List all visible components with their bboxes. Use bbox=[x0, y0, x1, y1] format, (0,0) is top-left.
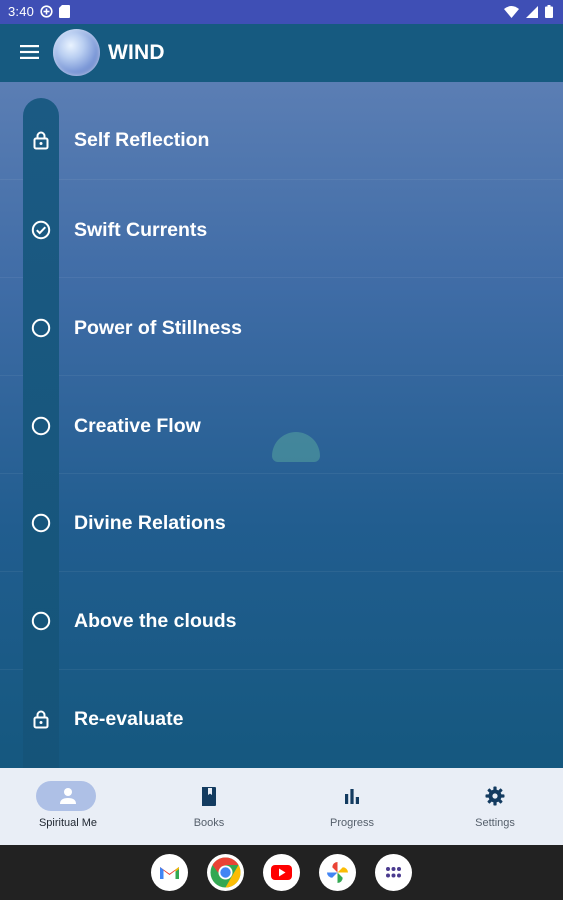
nav-settings[interactable]: Settings bbox=[425, 768, 563, 845]
bar-chart-icon bbox=[345, 789, 359, 804]
nav-label: Books bbox=[193, 817, 225, 829]
nav-label: Settings bbox=[475, 817, 515, 829]
app-drawer-icon bbox=[386, 867, 401, 878]
nav-progress[interactable]: Progress bbox=[282, 768, 422, 845]
photos-icon bbox=[327, 862, 348, 883]
circle-outline-icon bbox=[31, 318, 51, 338]
youtube-app[interactable] bbox=[263, 854, 300, 891]
chapter-item[interactable]: Swift Currents bbox=[0, 205, 563, 255]
nav-books[interactable]: Books bbox=[139, 768, 279, 845]
chapter-item[interactable]: Above the clouds bbox=[0, 596, 563, 646]
sd-card-icon bbox=[59, 5, 70, 18]
data-saver-icon bbox=[40, 5, 53, 18]
photos-app[interactable] bbox=[319, 854, 356, 891]
circle-outline-icon bbox=[31, 611, 51, 631]
chapter-label: Divine Relations bbox=[74, 512, 226, 534]
chapter-label: Self Reflection bbox=[74, 129, 210, 151]
book-icon bbox=[202, 787, 216, 806]
check-circle-icon bbox=[31, 220, 51, 240]
app-logo bbox=[53, 29, 100, 76]
chapter-item[interactable]: Re-evaluate bbox=[0, 694, 563, 744]
chapter-label: Creative Flow bbox=[74, 415, 201, 437]
lock-icon bbox=[33, 131, 49, 150]
nav-label: Spiritual Me bbox=[38, 817, 98, 829]
status-bar: 3:40 bbox=[0, 0, 563, 24]
nav-spiritual-me[interactable]: Spiritual Me bbox=[0, 768, 138, 845]
chapter-item[interactable]: Power of Stillness bbox=[0, 303, 563, 353]
chapter-item[interactable]: Divine Relations bbox=[0, 498, 563, 548]
chrome-icon bbox=[210, 857, 241, 888]
wifi-icon bbox=[504, 5, 519, 18]
youtube-icon bbox=[271, 865, 292, 880]
menu-icon[interactable] bbox=[20, 45, 39, 59]
status-time: 3:40 bbox=[8, 4, 35, 19]
circle-outline-icon bbox=[31, 416, 51, 436]
battery-icon bbox=[545, 5, 553, 18]
signal-icon bbox=[526, 5, 538, 18]
chapter-label: Re-evaluate bbox=[74, 708, 184, 730]
bottom-navigation: Spiritual Me Books Progress Settings bbox=[0, 768, 563, 845]
gmail-app[interactable] bbox=[151, 854, 188, 891]
nav-label: Progress bbox=[329, 817, 375, 829]
lock-icon bbox=[33, 710, 49, 729]
chapter-item[interactable]: Self Reflection bbox=[0, 115, 563, 165]
chrome-app[interactable] bbox=[207, 854, 244, 891]
chapter-label: Above the clouds bbox=[74, 610, 237, 632]
chapter-label: Swift Currents bbox=[74, 219, 208, 241]
app-title: WIND bbox=[108, 41, 165, 64]
chapter-list: Self Reflection Swift Currents Power of … bbox=[0, 82, 563, 768]
system-dock bbox=[0, 845, 563, 900]
person-icon bbox=[60, 788, 76, 804]
chapter-label: Power of Stillness bbox=[74, 317, 242, 339]
circle-outline-icon bbox=[31, 513, 51, 533]
chapter-item[interactable]: Creative Flow bbox=[0, 401, 563, 451]
gmail-icon bbox=[160, 867, 179, 879]
app-bar: WIND bbox=[0, 24, 563, 82]
app-drawer[interactable] bbox=[375, 854, 412, 891]
gear-icon bbox=[485, 786, 505, 806]
